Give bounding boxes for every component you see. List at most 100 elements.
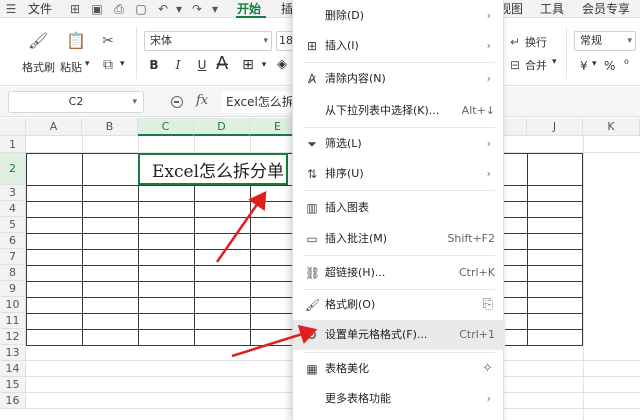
redo-icon[interactable]: ↷ — [190, 2, 204, 16]
chevron-right-icon: › — [486, 392, 491, 405]
row-header[interactable]: 12 — [0, 329, 26, 345]
paste-label[interactable]: 粘贴 — [60, 59, 82, 75]
menu-item-delete[interactable]: 删除(D) › — [293, 1, 505, 31]
tab-member[interactable]: 会员专享 — [582, 1, 630, 17]
merge-dropdown-icon[interactable]: ▾ — [552, 57, 557, 67]
column-header-j[interactable]: J — [527, 118, 583, 136]
selected-cell[interactable] — [138, 153, 288, 185]
cut-icon[interactable]: ✂ — [100, 33, 116, 49]
decimal-icon[interactable]: ⁰ — [624, 57, 629, 71]
menu-item-table-style[interactable]: ▦ 表格美化 ✧ — [293, 354, 505, 384]
merge-icon[interactable]: ⊟ — [508, 57, 522, 73]
chart-icon: ▥ — [306, 201, 318, 215]
column-header-k[interactable]: K — [583, 118, 640, 136]
menu-item-hyperlink[interactable]: ⛓ 超链接(H)... Ctrl+K — [293, 258, 505, 288]
gridline — [138, 136, 139, 153]
chevron-down-icon: ▾ — [263, 36, 268, 46]
ribbon-separator — [566, 27, 567, 79]
row-header[interactable]: 9 — [0, 281, 26, 297]
print-icon[interactable]: ⎙ — [112, 2, 126, 16]
border-icon[interactable]: ⊞ — [240, 57, 256, 73]
menu-item-filter[interactable]: ⏷ 筛选(L) › — [293, 129, 505, 159]
menu-item-format-painter[interactable]: 🖌 格式刷(O) ⎘ — [293, 290, 505, 320]
row-header[interactable]: 14 — [0, 361, 26, 377]
undo-dropdown-icon[interactable]: ▾ — [172, 2, 186, 16]
row-header[interactable]: 4 — [0, 201, 26, 217]
row-header[interactable]: 6 — [0, 233, 26, 249]
number-format-select[interactable]: 常规 ▾ — [574, 31, 636, 51]
menu-item-format-cells[interactable]: ⚙ 设置单元格格式(F)... Ctrl+1 — [293, 320, 505, 350]
menu-separator — [303, 190, 495, 191]
font-size-value: 18 — [279, 34, 293, 47]
row-header[interactable]: 16 — [0, 393, 26, 409]
chevron-right-icon: › — [486, 72, 491, 85]
wrap-icon[interactable]: ↵ — [508, 34, 522, 50]
magic-wand-icon[interactable]: ✧ — [482, 361, 493, 377]
currency-button[interactable]: ¥ — [580, 59, 588, 73]
column-header-d[interactable]: D — [194, 118, 250, 136]
fill-color-icon[interactable]: ◈ — [274, 57, 290, 73]
format-painter-icon: 🖌 — [305, 298, 321, 312]
menu-item-more-table-functions[interactable]: 更多表格功能 › — [293, 384, 505, 414]
paste-dropdown-icon[interactable]: ▾ — [85, 59, 90, 69]
tab-home[interactable]: 开始 — [237, 1, 261, 17]
format-painter-label[interactable]: 格式刷 — [22, 59, 55, 75]
row-header[interactable]: 5 — [0, 217, 26, 233]
formula-input[interactable]: Excel怎么拆 — [222, 91, 292, 113]
tab-tools[interactable]: 工具 — [540, 1, 564, 17]
select-all-corner[interactable] — [0, 118, 26, 136]
menu-file[interactable]: 文件 — [28, 1, 52, 17]
paste-icon[interactable]: 📋 — [66, 33, 86, 49]
font-name-select[interactable]: 宋体 ▾ — [144, 31, 272, 51]
menu-item-insert-comment[interactable]: ▭ 插入批注(M) Shift+F2 — [293, 224, 505, 254]
wrap-label[interactable]: 换行 — [525, 34, 547, 50]
menu-icon[interactable]: ☰ — [4, 2, 18, 16]
filter-icon: ⏷ — [307, 137, 317, 151]
fx-button[interactable]: fx — [196, 93, 208, 108]
row-header[interactable]: 2 — [0, 153, 26, 185]
italic-icon[interactable]: I — [170, 57, 186, 73]
chevron-right-icon: › — [486, 39, 491, 52]
format-painter-side-icon[interactable]: ⎘ — [483, 297, 493, 313]
more-icon[interactable]: ▾ — [208, 2, 222, 16]
insert-icon: ⊞ — [306, 39, 318, 53]
menu-item-insert-chart[interactable]: ▥ 插入图表 — [293, 193, 505, 223]
menu-item-label: 更多表格功能 — [325, 392, 391, 405]
menu-item-label: 插入图表 — [325, 201, 369, 214]
ribbon-separator — [136, 27, 137, 79]
row-header[interactable]: 3 — [0, 185, 26, 201]
underline-icon[interactable]: U — [194, 57, 210, 73]
grid-icon[interactable]: ⊞ — [68, 2, 82, 16]
menu-item-sort[interactable]: ⇅ 排序(U) › — [293, 159, 505, 189]
percent-button[interactable]: % — [604, 59, 615, 73]
column-header-c[interactable]: C — [138, 118, 194, 136]
row-header[interactable]: 10 — [0, 297, 26, 313]
undo-icon[interactable]: ↶ — [156, 2, 170, 16]
column-header-a[interactable]: A — [26, 118, 82, 136]
row-header[interactable]: 13 — [0, 345, 26, 361]
table-border — [82, 153, 83, 345]
strikethrough-icon[interactable]: A̶ — [214, 55, 230, 73]
copy-dropdown-icon[interactable]: ▾ — [120, 59, 125, 69]
row-header[interactable]: 7 — [0, 249, 26, 265]
row-header[interactable]: 1 — [0, 136, 26, 153]
row-header[interactable]: 11 — [0, 313, 26, 329]
save-icon[interactable]: ▣ — [90, 2, 104, 16]
merge-label[interactable]: 合并 — [525, 57, 547, 73]
row-header[interactable]: 8 — [0, 265, 26, 281]
name-box[interactable]: C2 ▾ — [8, 91, 144, 113]
context-menu: 删除(D) › ⊞ 插入(I) › A̷ 清除内容(N) › 从下拉列表中选择(… — [292, 0, 505, 420]
menu-item-insert[interactable]: ⊞ 插入(I) › — [293, 31, 505, 61]
border-dropdown-icon[interactable]: ▾ — [256, 57, 272, 73]
format-painter-icon[interactable]: 🖌 — [28, 33, 48, 49]
row-header[interactable]: 15 — [0, 377, 26, 393]
menu-item-pick-from-list[interactable]: 从下拉列表中选择(K)... Alt+↓ — [293, 96, 505, 126]
zoom-icon[interactable] — [171, 96, 183, 108]
currency-dropdown-icon[interactable]: ▾ — [592, 59, 597, 69]
menu-separator — [303, 127, 495, 128]
copy-icon[interactable]: ⧉ — [100, 57, 116, 73]
bold-icon[interactable]: B — [146, 57, 162, 73]
preview-icon[interactable]: ▢ — [134, 2, 148, 16]
column-header-b[interactable]: B — [82, 118, 138, 136]
menu-item-clear-content[interactable]: A̷ 清除内容(N) › — [293, 64, 505, 94]
